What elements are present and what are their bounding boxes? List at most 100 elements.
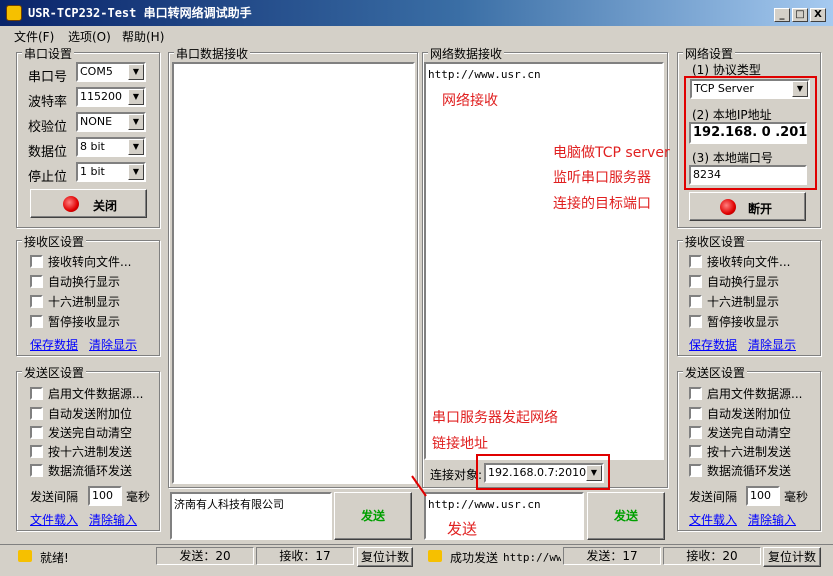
send-interval-input[interactable]: 100 [88,486,122,506]
checkbox[interactable] [689,295,702,308]
protocol-label: (1) 协议类型 [692,63,761,77]
maximize-button[interactable]: □ [792,8,808,22]
checkbox[interactable] [689,426,702,439]
annotation-send: 发送 [447,520,478,538]
connect-target-label: 连接对象: [430,468,483,482]
network-receive-area[interactable]: http://www.usr.cn [424,62,664,460]
title-bar: USR-TCP232-Test 串口转网络调试助手 _ □ X [0,0,833,26]
checkbox[interactable] [30,445,43,458]
app-icon [6,5,22,21]
parity-select[interactable]: NONE ▼ [76,112,146,132]
checkbox-label: 按十六进制发送 [707,445,792,459]
stopbits-label: 停止位 [28,170,68,185]
right-send-options-title: 发送区设置 [683,364,748,381]
parity-label: 校验位 [28,120,68,135]
checkbox-label: 接收转向文件... [707,255,791,269]
serial-receive-area[interactable] [172,62,415,484]
checkbox-label: 数据流循环发送 [707,464,792,478]
serial-toggle-button[interactable]: 关闭 [30,189,147,218]
annotation-arrow [411,475,427,497]
stopbits-select[interactable]: 1 bit ▼ [76,162,146,182]
protocol-select[interactable]: TCP Server ▼ [690,79,810,99]
serial-send-button[interactable]: 发送 [334,492,412,540]
clear-input-link[interactable]: 清除输入 [748,511,796,528]
checkbox[interactable] [689,445,702,458]
checkbox[interactable] [30,387,43,400]
menu-bar: 文件(F) 选项(O) 帮助(H) [0,26,833,44]
checkbox[interactable] [689,387,702,400]
network-send-button[interactable]: 发送 [587,492,665,540]
network-toggle-button[interactable]: 断开 [689,192,806,221]
right-status-url: http://www [503,551,561,564]
chevron-down-icon: ▼ [792,81,808,97]
left-sent-count: 发送：20 [156,547,254,565]
chevron-down-icon: ▼ [128,89,144,105]
checkbox[interactable] [30,295,43,308]
chevron-down-icon: ▼ [128,64,144,80]
checkbox-label: 暂停接收显示 [48,315,121,329]
checkbox[interactable] [689,315,702,328]
checkbox[interactable] [30,315,43,328]
left-recv-count: 接收：17 [256,547,354,565]
network-receive-title: 网络数据接收 [428,45,505,62]
databits-select[interactable]: 8 bit ▼ [76,137,146,157]
serial-receive-title: 串口数据接收 [174,45,251,62]
serial-send-input[interactable]: 济南有人科技有限公司 [170,492,332,540]
annotation-conn-line1: 串口服务器发起网络 [432,410,558,426]
baud-label: 波特率 [28,95,68,110]
right-recv-count: 接收：20 [663,547,761,565]
file-load-link[interactable]: 文件载入 [689,511,737,528]
checkbox[interactable] [30,255,43,268]
left-status-text: 就绪! [40,551,69,565]
checkbox[interactable] [30,275,43,288]
status-led-icon [63,196,79,212]
file-load-link[interactable]: 文件载入 [30,511,78,528]
annotation-conn-line2: 链接地址 [432,436,488,452]
checkbox[interactable] [689,464,702,477]
connect-highlight-box [476,454,610,490]
clear-display-link[interactable]: 清除显示 [89,336,137,353]
checkbox-label: 自动发送附加位 [707,407,792,421]
annotation-tcp-line3: 连接的目标端口 [553,196,651,212]
checkbox-label: 数据流循环发送 [48,464,133,478]
interval-unit-label: 毫秒 [126,490,151,504]
checkbox[interactable] [30,407,43,420]
port-select[interactable]: COM5 ▼ [76,62,146,82]
right-reset-count-button[interactable]: 复位计数 [763,547,821,567]
checkbox-label: 启用文件数据源... [707,387,803,401]
checkbox-label: 十六进制显示 [48,295,121,309]
clear-display-link[interactable]: 清除显示 [748,336,796,353]
chevron-down-icon: ▼ [128,114,144,130]
left-recv-options-title: 接收区设置 [22,233,87,250]
checkbox[interactable] [689,255,702,268]
clear-input-link[interactable]: 清除输入 [89,511,137,528]
menu-file[interactable]: 文件(F) [14,28,54,45]
checkbox[interactable] [30,426,43,439]
checkbox[interactable] [689,407,702,420]
local-port-input[interactable]: 8234 [689,165,807,185]
local-ip-input[interactable]: 192.168. 0 .201 [689,122,807,144]
databits-label: 数据位 [28,145,68,160]
baud-select[interactable]: 115200 ▼ [76,87,146,107]
chevron-down-icon: ▼ [128,139,144,155]
checkbox-label: 暂停接收显示 [707,315,780,329]
checkbox[interactable] [30,464,43,477]
right-recv-options-title: 接收区设置 [683,233,748,250]
menu-options[interactable]: 选项(O) [68,28,111,45]
status-led-icon [720,199,736,215]
left-reset-count-button[interactable]: 复位计数 [357,547,413,567]
checkbox[interactable] [689,275,702,288]
chevron-down-icon: ▼ [128,164,144,180]
local-ip-label: (2) 本地IP地址 [692,108,772,122]
save-data-link[interactable]: 保存数据 [30,336,78,353]
send-interval-input[interactable]: 100 [746,486,780,506]
close-button[interactable]: X [810,8,826,22]
left-send-options-title: 发送区设置 [22,364,87,381]
window-title: USR-TCP232-Test 串口转网络调试助手 [28,6,252,20]
save-data-link[interactable]: 保存数据 [689,336,737,353]
menu-help[interactable]: 帮助(H) [122,28,164,45]
statusbar-divider [0,544,833,545]
interval-unit-label: 毫秒 [784,490,809,504]
minimize-button[interactable]: _ [774,8,790,22]
right-status-text: 成功发送 [450,551,499,565]
